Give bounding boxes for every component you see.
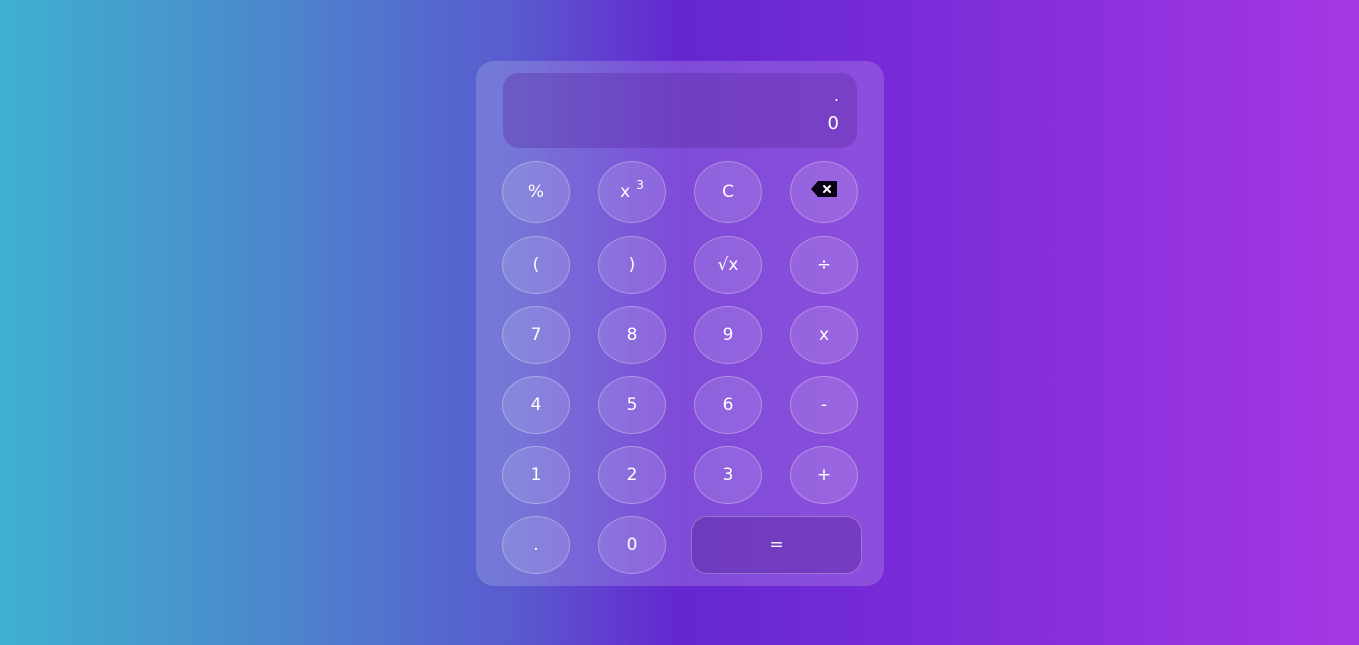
- percent-button[interactable]: %: [502, 161, 570, 223]
- calculator-panel: . 0 % x3 C ( ) √x ÷ 7 8 9 x 4 5 6 - 1 2 …: [476, 61, 884, 586]
- equals-button[interactable]: =: [691, 516, 862, 574]
- divide-button[interactable]: ÷: [790, 236, 858, 294]
- digit-6-button[interactable]: 6: [694, 376, 762, 434]
- close-paren-label: ): [628, 255, 636, 275]
- digit-4-label: 4: [530, 395, 542, 415]
- digit-8-label: 8: [626, 325, 638, 345]
- open-paren-button[interactable]: (: [502, 236, 570, 294]
- plus-button[interactable]: +: [790, 446, 858, 504]
- multiply-label: x: [818, 325, 830, 345]
- digit-0-label: 0: [626, 535, 638, 555]
- divide-label: ÷: [816, 255, 832, 275]
- digit-7-label: 7: [530, 325, 542, 345]
- digit-1-button[interactable]: 1: [502, 446, 570, 504]
- digit-8-button[interactable]: 8: [598, 306, 666, 364]
- decimal-point-button[interactable]: .: [502, 516, 570, 574]
- digit-9-label: 9: [722, 325, 734, 345]
- cube-exponent-label: 3: [636, 178, 644, 192]
- digit-3-button[interactable]: 3: [694, 446, 762, 504]
- clear-label: C: [722, 182, 734, 202]
- cube-button[interactable]: x3: [598, 161, 666, 223]
- equals-label: =: [769, 535, 784, 555]
- display-result: 0: [827, 113, 839, 134]
- display-screen: . 0: [503, 73, 857, 148]
- digit-2-label: 2: [626, 465, 638, 485]
- clear-button[interactable]: C: [694, 161, 762, 223]
- multiply-button[interactable]: x: [790, 306, 858, 364]
- display-expression: .: [833, 86, 839, 105]
- sqrt-label: √x: [717, 255, 739, 275]
- plus-label: +: [816, 465, 832, 485]
- digit-7-button[interactable]: 7: [502, 306, 570, 364]
- digit-0-button[interactable]: 0: [598, 516, 666, 574]
- digit-5-label: 5: [626, 395, 638, 415]
- open-paren-label: (: [532, 255, 540, 275]
- backspace-button[interactable]: [790, 161, 858, 223]
- digit-9-button[interactable]: 9: [694, 306, 762, 364]
- digit-2-button[interactable]: 2: [598, 446, 666, 504]
- digit-3-label: 3: [722, 465, 734, 485]
- close-paren-button[interactable]: ): [598, 236, 666, 294]
- digit-6-label: 6: [722, 395, 734, 415]
- sqrt-button[interactable]: √x: [694, 236, 762, 294]
- percent-label: %: [527, 182, 545, 202]
- minus-label: -: [820, 395, 828, 415]
- digit-5-button[interactable]: 5: [598, 376, 666, 434]
- backspace-icon: [810, 180, 838, 198]
- digit-4-button[interactable]: 4: [502, 376, 570, 434]
- digit-1-label: 1: [530, 465, 542, 485]
- minus-button[interactable]: -: [790, 376, 858, 434]
- cube-base-label: x: [620, 182, 631, 202]
- decimal-point-label: .: [533, 535, 539, 555]
